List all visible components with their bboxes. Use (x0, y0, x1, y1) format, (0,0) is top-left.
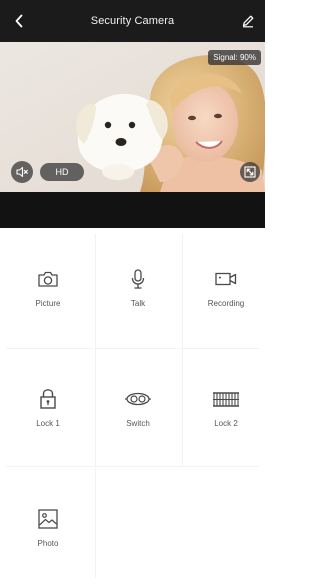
top-bar: Security Camera (0, 0, 265, 42)
action-label: Lock 2 (214, 419, 238, 428)
image-icon (38, 509, 58, 529)
speaker-muted-icon (16, 166, 28, 178)
page-title: Security Camera (90, 15, 175, 27)
lock-1-action[interactable]: Lock 1 (4, 348, 92, 464)
switch-icon (125, 392, 151, 406)
gate-icon (213, 392, 239, 407)
photo-action[interactable]: Photo (4, 468, 92, 584)
grid-divider (95, 468, 96, 578)
switch-action[interactable]: Switch (94, 348, 182, 464)
camera-video-feed[interactable]: Signal: 90% HD (0, 42, 265, 192)
padlock-icon (40, 389, 56, 409)
action-label: Recording (207, 299, 245, 308)
video-camera-icon (215, 272, 237, 286)
mute-button[interactable] (11, 161, 33, 183)
action-label: Lock 1 (36, 419, 60, 428)
camera-icon (38, 271, 58, 287)
action-label: Talk (130, 299, 146, 308)
action-label: Photo (37, 539, 59, 548)
recording-action[interactable]: Recording (182, 228, 270, 344)
action-grid: Picture Talk Recording Lock 1 Switch Loc… (0, 228, 265, 580)
action-label: Switch (126, 419, 150, 428)
edit-button[interactable] (239, 12, 257, 30)
lock-2-action[interactable]: Lock 2 (182, 348, 270, 464)
pencil-icon (242, 15, 254, 28)
signal-strength-badge: Signal: 90% (208, 50, 261, 65)
talk-action[interactable]: Talk (94, 228, 182, 344)
grid-divider (6, 466, 259, 467)
picture-action[interactable]: Picture (4, 228, 92, 344)
microphone-icon (131, 269, 145, 289)
action-label: Picture (35, 299, 61, 308)
fullscreen-icon (244, 166, 256, 178)
hd-quality-button[interactable]: HD (40, 163, 84, 181)
fullscreen-button[interactable] (240, 162, 260, 182)
video-control-bar (0, 192, 265, 228)
